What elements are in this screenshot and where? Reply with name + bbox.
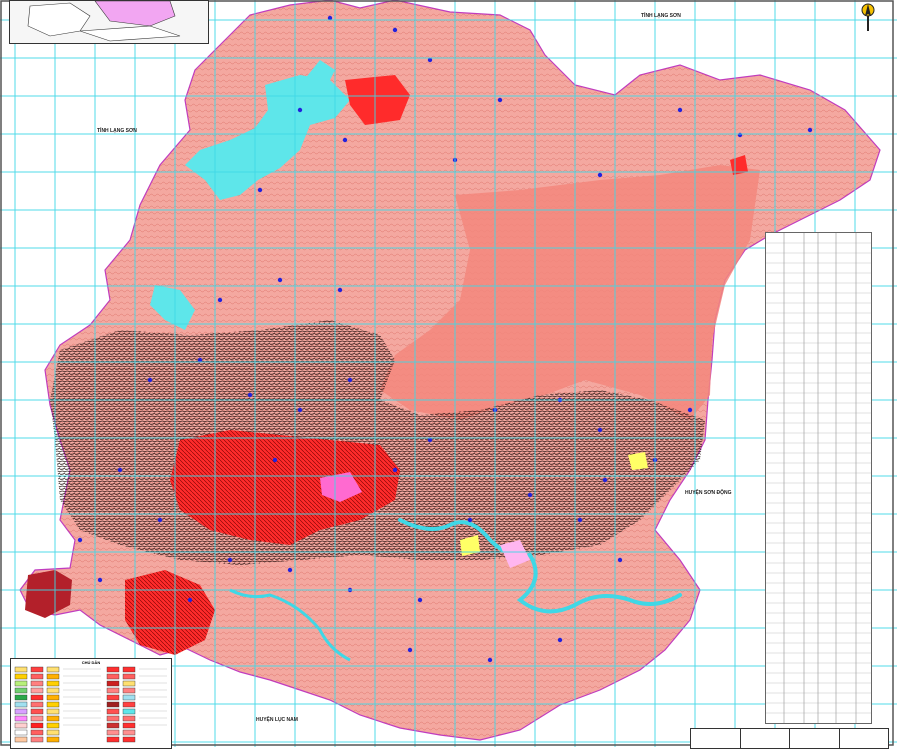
label-huyen-luc-nam: HUYỆN LỤC NAM: [256, 717, 298, 723]
label-tinh-lang-son-ne: TỈNH LẠNG SƠN: [641, 13, 681, 19]
title-block-cell: [691, 729, 741, 748]
north-arrow-icon: [858, 0, 878, 32]
title-block-cell: [790, 729, 840, 748]
land-use-statistics-table: [765, 232, 872, 724]
land-use-map: [0, 0, 897, 747]
title-block-cell: [840, 729, 889, 748]
label-tinh-lang-son-w: TỈNH LẠNG SƠN: [97, 128, 137, 134]
map-legend: CHÚ DẪN: [10, 658, 172, 749]
inset-location-map: [9, 0, 209, 44]
title-block-cell: [741, 729, 790, 748]
title-block: [690, 728, 889, 749]
label-huyen-son-dong: HUYỆN SƠN ĐỘNG: [685, 490, 732, 496]
